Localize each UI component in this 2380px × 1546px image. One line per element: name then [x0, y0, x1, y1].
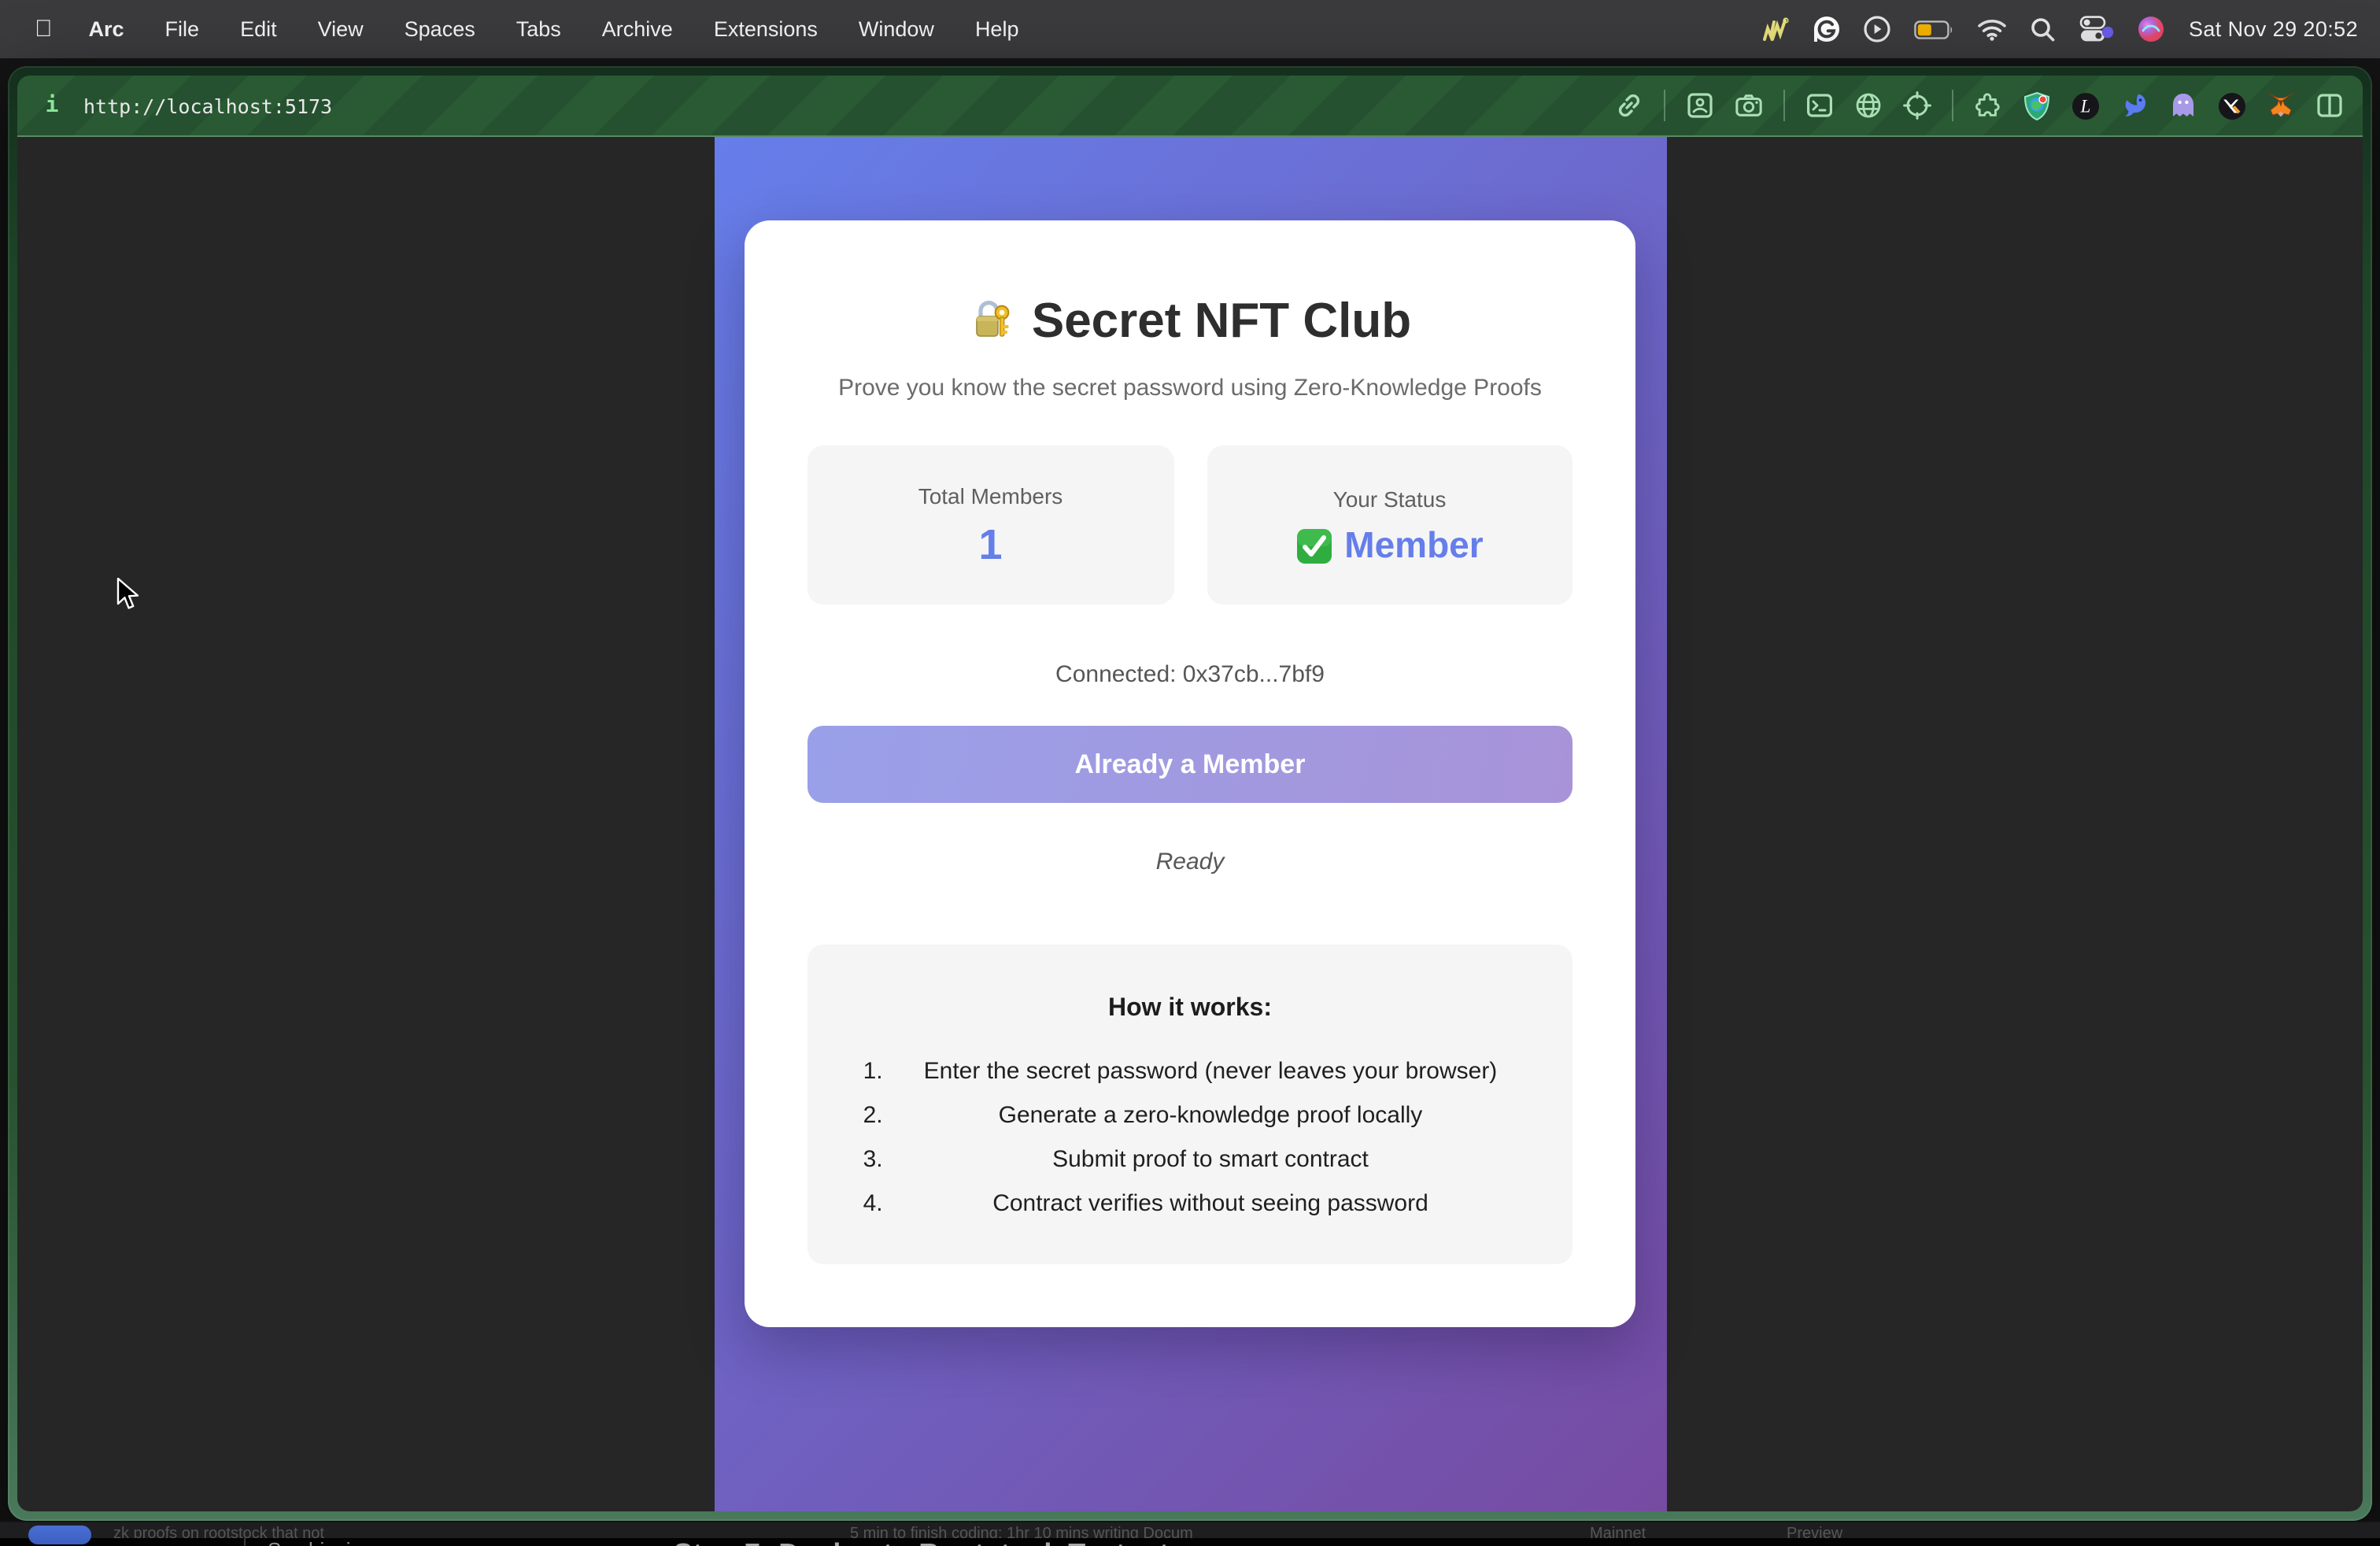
siri-icon[interactable] [2138, 15, 2165, 43]
page-title: Secret NFT Club [808, 293, 1572, 350]
stat-label: Your Status [1333, 486, 1447, 511]
terminal-icon[interactable] [1805, 91, 1834, 120]
stat-label: Total Members [918, 483, 1063, 509]
apple-menu-icon[interactable]:  [28, 16, 68, 43]
url-text[interactable]: http://localhost:5173 [83, 94, 332, 117]
browser-window: i http://localhost:5173 [8, 66, 2372, 1521]
control-center-icon[interactable] [2080, 15, 2115, 43]
menu-item-file[interactable]: File [145, 0, 220, 58]
chart-icon[interactable] [1762, 15, 1791, 43]
metamask-icon[interactable] [2267, 91, 2295, 120]
macos-screen:  Arc File Edit View Spaces Tabs Archive… [0, 0, 2380, 1546]
page-background: Secret NFT Club Prove you know the secre… [714, 137, 1666, 1511]
total-members-value: 1 [978, 524, 1002, 567]
background-blue-tab[interactable] [28, 1526, 91, 1544]
browser-viewport: Secret NFT Club Prove you know the secre… [17, 137, 2363, 1511]
stats-row: Total Members 1 Your Status Member [808, 446, 1572, 605]
page-subtitle: Prove you know the secret password using… [808, 375, 1572, 401]
menu-item-extensions[interactable]: Extensions [693, 0, 838, 58]
wifi-icon[interactable] [1978, 15, 2008, 43]
toolbar-divider [1664, 90, 1665, 121]
x-icon[interactable] [2218, 91, 2246, 120]
how-step: Submit proof to smart contract [889, 1146, 1532, 1173]
image-icon[interactable] [1686, 91, 1714, 120]
screenshot-stage:  Arc File Edit View Spaces Tabs Archive… [0, 0, 2380, 1546]
page-title-text: Secret NFT Club [1032, 293, 1411, 350]
menu-item-edit[interactable]: Edit [220, 0, 298, 58]
menu-item-spaces[interactable]: Spaces [384, 0, 496, 58]
globe-icon[interactable] [1854, 91, 1883, 120]
total-members-stat: Total Members 1 [808, 446, 1173, 605]
background-window: zk proofs on rootstock that not 5 min to… [0, 1521, 2380, 1546]
battery-icon[interactable] [1915, 15, 1954, 43]
menu-item-view[interactable]: View [298, 0, 384, 58]
spotlight-icon[interactable] [2031, 15, 2057, 43]
connected-address: Connected: 0x37cb...7bf9 [808, 661, 1572, 688]
puzzle-icon[interactable] [1974, 91, 2002, 120]
mouse-cursor [116, 578, 140, 611]
play-circle-icon[interactable] [1864, 15, 1891, 43]
member-status: Member [1295, 527, 1483, 564]
member-status-text: Member [1344, 527, 1483, 564]
split-view-icon[interactable] [2315, 91, 2344, 120]
how-it-works-box: How it works: Enter the secret password … [808, 945, 1572, 1264]
background-window-toolbar: zk proofs on rootstock that not 5 min to… [0, 1522, 2380, 1540]
ghost-icon[interactable] [2169, 91, 2197, 120]
menu-bar-left:  Arc File Edit View Spaces Tabs Archive… [0, 0, 1039, 58]
secret-nft-club-card: Secret NFT Club Prove you know the secre… [745, 220, 1635, 1327]
how-step: Contract verifies without seeing passwor… [889, 1190, 1532, 1217]
bird-icon[interactable] [2120, 91, 2149, 120]
menu-item-arc[interactable]: Arc [68, 0, 145, 58]
target-icon[interactable] [1903, 91, 1931, 120]
check-emoji-icon [1295, 527, 1333, 564]
status-text: Ready [808, 849, 1572, 875]
how-it-works-list: Enter the secret password (never leaves … [848, 1058, 1532, 1217]
how-step: Generate a zero-knowledge proof locally [889, 1102, 1532, 1129]
menu-item-tabs[interactable]: Tabs [496, 0, 582, 58]
background-step-heading: Step 7: Deploy to Rootstock Testnet [674, 1538, 1169, 1546]
menu-item-window[interactable]: Window [838, 0, 955, 58]
toolbar-divider [1952, 90, 1953, 121]
menu-item-archive[interactable]: Archive [582, 0, 693, 58]
lock-emoji-icon [969, 298, 1016, 345]
loom-icon[interactable]: L [2071, 91, 2100, 120]
site-info-icon[interactable]: i [36, 93, 68, 118]
menu-bar-status: Sat Nov 29 20:52 [1762, 15, 2380, 43]
shield-icon[interactable] [2023, 91, 2051, 120]
how-it-works-title: How it works: [848, 995, 1532, 1023]
menu-bar-clock[interactable]: Sat Nov 29 20:52 [2189, 17, 2358, 41]
your-status-stat: Your Status Member [1207, 446, 1572, 605]
menu-bar:  Arc File Edit View Spaces Tabs Archive… [0, 0, 2380, 58]
menu-item-help[interactable]: Help [955, 0, 1040, 58]
how-step: Enter the secret password (never leaves … [889, 1058, 1532, 1085]
svg-text:L: L [2080, 96, 2091, 116]
browser-window-inner: i http://localhost:5173 [17, 76, 2363, 1511]
already-member-button[interactable]: Already a Member [808, 726, 1572, 803]
link-icon[interactable] [1615, 91, 1643, 120]
background-item-label: Symbiosis [268, 1538, 361, 1546]
url-bar-actions: L [1615, 90, 2344, 121]
grammarly-icon[interactable] [1814, 15, 1841, 43]
toolbar-divider [1783, 90, 1785, 121]
background-divider [244, 1538, 246, 1546]
camera-icon[interactable] [1735, 91, 1763, 120]
browser-url-bar: i http://localhost:5173 [17, 76, 2363, 137]
